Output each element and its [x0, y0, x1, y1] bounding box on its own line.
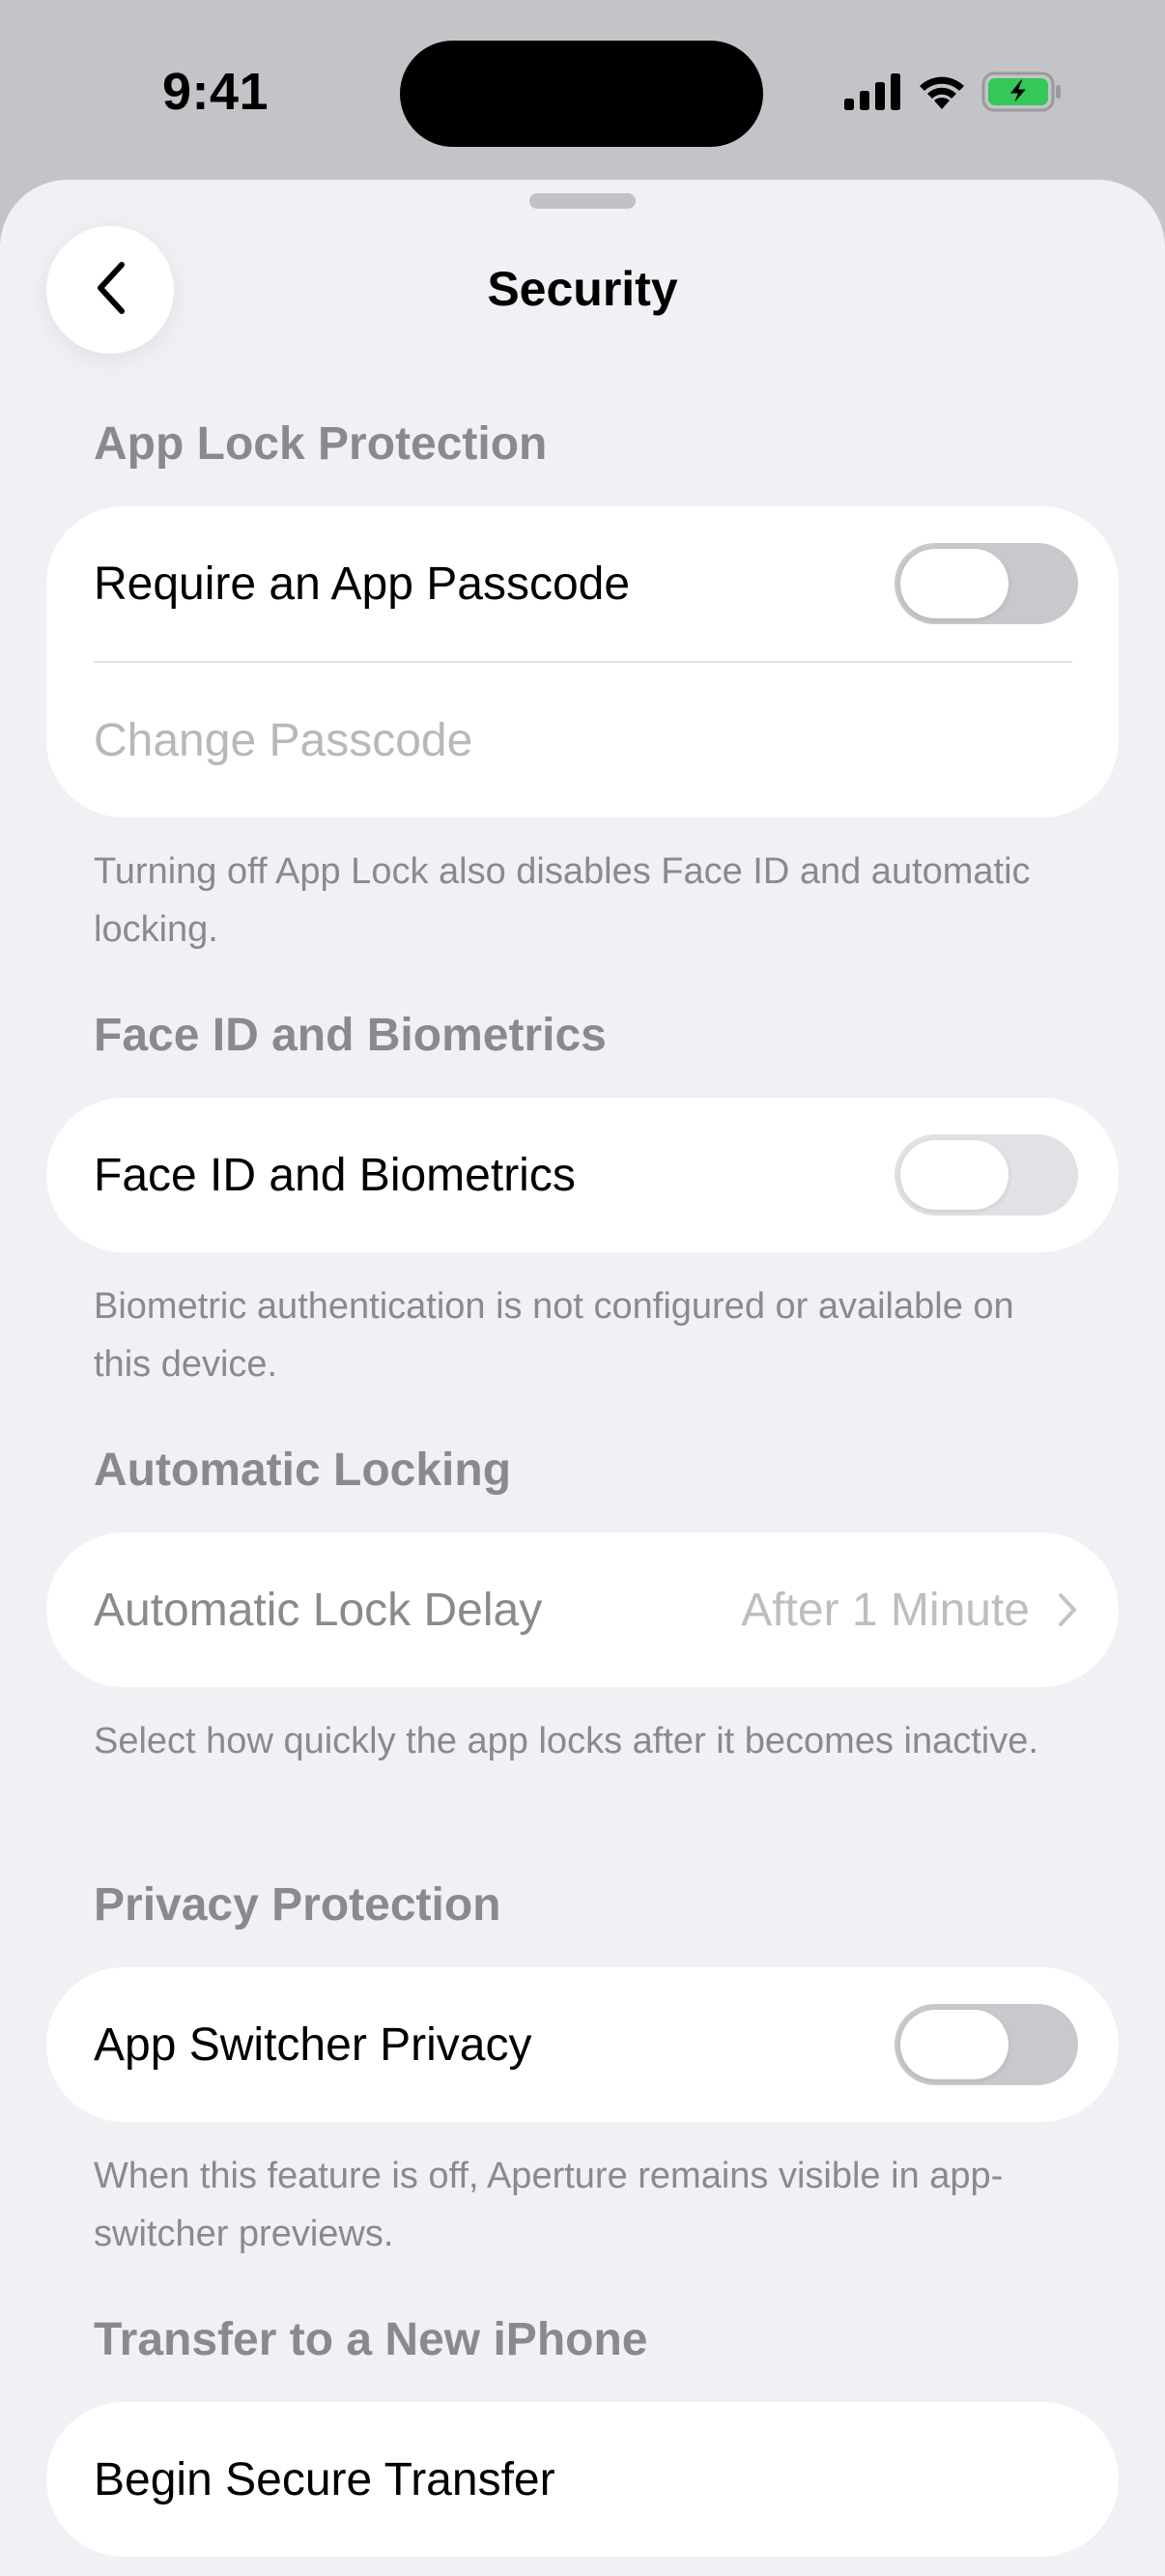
- page-title: Security: [487, 262, 678, 316]
- app-switcher-privacy-toggle[interactable]: [895, 2004, 1078, 2085]
- auto-lock-delay-label: Automatic Lock Delay: [94, 1584, 543, 1636]
- sheet-grabber[interactable]: [529, 193, 636, 209]
- section-header-auto-lock: Automatic Locking: [94, 1445, 512, 1496]
- app-switcher-privacy-label: App Switcher Privacy: [94, 2018, 532, 2071]
- section-header-transfer: Transfer to a New iPhone: [94, 2314, 648, 2365]
- card-biometrics: Face ID and Biometrics: [46, 1098, 1119, 1252]
- section-header-app-lock: App Lock Protection: [94, 418, 548, 470]
- row-begin-secure-transfer[interactable]: Begin Secure Transfer: [46, 2402, 1119, 2557]
- require-passcode-label: Require an App Passcode: [94, 558, 631, 610]
- section-header-biometrics: Face ID and Biometrics: [94, 1010, 607, 1061]
- battery-charging-icon: [981, 72, 1063, 112]
- begin-secure-transfer-label: Begin Secure Transfer: [94, 2453, 555, 2505]
- settings-sheet: Security App Lock Protection Require an …: [0, 180, 1165, 2576]
- footnote-auto-lock: Select how quickly the app locks after i…: [94, 1721, 1038, 1761]
- section-header-privacy: Privacy Protection: [94, 1879, 501, 1931]
- wifi-icon: [916, 72, 968, 111]
- chevron-right-icon: [1057, 1591, 1078, 1628]
- face-id-label: Face ID and Biometrics: [94, 1149, 576, 1201]
- change-passcode-label: Change Passcode: [94, 714, 473, 766]
- toggle-knob: [900, 2010, 1009, 2079]
- row-face-id: Face ID and Biometrics: [46, 1098, 1119, 1252]
- row-change-passcode: Change Passcode: [46, 663, 1119, 817]
- card-privacy: App Switcher Privacy: [46, 1967, 1119, 2122]
- status-bar: 9:41: [0, 0, 1165, 184]
- row-app-switcher-privacy[interactable]: App Switcher Privacy: [46, 1967, 1119, 2122]
- row-auto-lock-delay[interactable]: Automatic Lock Delay After 1 Minute: [46, 1532, 1119, 1687]
- card-auto-lock: Automatic Lock Delay After 1 Minute: [46, 1532, 1119, 1687]
- row-require-passcode[interactable]: Require an App Passcode: [46, 506, 1119, 661]
- toggle-knob: [900, 549, 1009, 618]
- card-app-lock: Require an App Passcode Change Passcode: [46, 506, 1119, 817]
- cellular-signal-icon: [844, 73, 902, 110]
- footnote-biometrics: Biometric authentication is not configur…: [94, 1286, 1014, 1385]
- status-icons: [844, 68, 1063, 116]
- auto-lock-delay-value: After 1 Minute: [741, 1584, 1030, 1636]
- face-id-toggle[interactable]: [895, 1134, 1078, 1216]
- card-transfer: Begin Secure Transfer: [46, 2402, 1119, 2557]
- dynamic-island: [400, 41, 763, 147]
- toggle-knob: [900, 1140, 1009, 1210]
- status-time: 9:41: [162, 63, 270, 121]
- footnote-app-lock: Turning off App Lock also disables Face …: [94, 851, 1031, 950]
- footnote-privacy: When this feature is off, Aperture remai…: [94, 2156, 1004, 2254]
- require-passcode-toggle[interactable]: [895, 543, 1078, 624]
